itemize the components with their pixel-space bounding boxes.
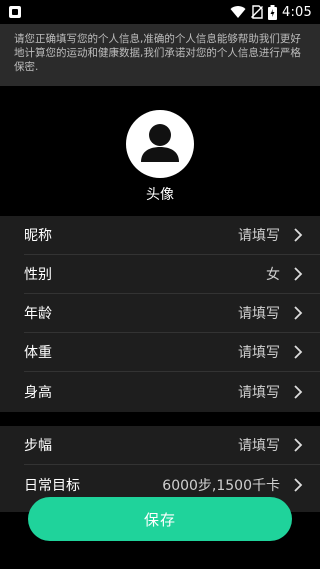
nickname-row[interactable]: 昵称 请填写 — [24, 216, 320, 255]
chevron-right-icon — [286, 301, 310, 325]
avatar[interactable] — [126, 110, 194, 178]
row-label: 步幅 — [24, 438, 52, 454]
status-bar: 4:05 — [0, 0, 320, 24]
gender-row[interactable]: 性别 女 — [24, 255, 320, 294]
status-time: 4:05 — [282, 4, 312, 20]
row-value: 请填写 — [238, 438, 280, 454]
row-value: 6000步,1500千卡 — [162, 477, 280, 494]
privacy-notice: 请您正确填写您的个人信息,准确的个人信息能够帮助我们更好地计算您的运动和健康数据… — [0, 24, 320, 86]
height-row[interactable]: 身高 请填写 — [24, 372, 320, 411]
profile-list: 昵称 请填写 性别 女 年龄 请填写 体重 请填写 身高 请填写 — [0, 216, 320, 412]
no-sim-icon — [251, 5, 263, 19]
row-value: 请填写 — [238, 306, 280, 322]
row-label: 体重 — [24, 345, 52, 361]
privacy-notice-text: 请您正确填写您的个人信息,准确的个人信息能够帮助我们更好地计算您的运动和健康数据… — [14, 33, 301, 73]
avatar-section[interactable]: 头像 — [0, 86, 320, 216]
row-value: 请填写 — [238, 228, 280, 244]
age-row[interactable]: 年龄 请填写 — [24, 294, 320, 333]
row-value: 请填写 — [238, 384, 280, 401]
row-label: 日常目标 — [24, 477, 80, 494]
avatar-label: 头像 — [146, 187, 174, 203]
row-label: 身高 — [24, 384, 52, 401]
user-silhouette-icon — [141, 124, 179, 162]
chevron-right-icon — [286, 262, 310, 286]
chevron-right-icon — [286, 380, 310, 404]
chevron-right-icon — [286, 223, 310, 247]
row-label: 昵称 — [24, 228, 52, 244]
chevron-right-icon — [286, 433, 310, 457]
save-button[interactable]: 保存 — [28, 497, 292, 541]
weight-row[interactable]: 体重 请填写 — [24, 333, 320, 372]
wifi-icon — [230, 5, 246, 19]
app-notification-icon — [8, 5, 22, 19]
row-label: 性别 — [24, 267, 52, 283]
row-value: 女 — [266, 267, 280, 283]
chevron-right-icon — [286, 473, 310, 497]
row-value: 请填写 — [238, 345, 280, 361]
battery-icon — [268, 4, 277, 20]
chevron-right-icon — [286, 340, 310, 364]
row-label: 年龄 — [24, 306, 52, 322]
stride-row[interactable]: 步幅 请填写 — [24, 426, 320, 465]
